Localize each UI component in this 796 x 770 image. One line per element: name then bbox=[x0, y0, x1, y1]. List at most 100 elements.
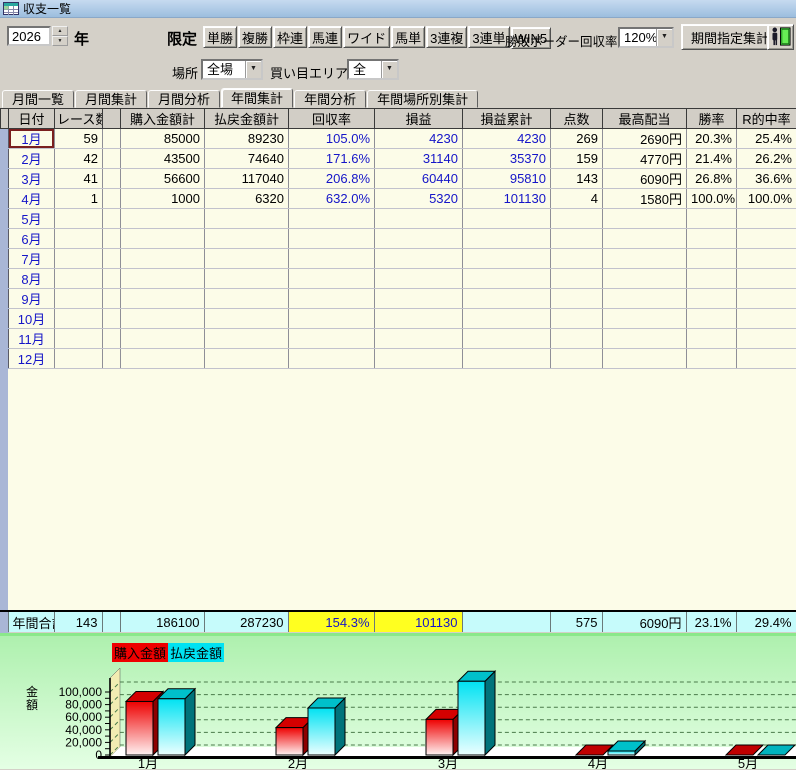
cell-recovery[interactable] bbox=[289, 329, 375, 349]
cell-r_hit_rate[interactable] bbox=[737, 349, 796, 369]
cell-points[interactable] bbox=[551, 269, 603, 289]
cell-win_rate[interactable] bbox=[687, 229, 737, 249]
bet-type-button-7[interactable]: 3連複 bbox=[426, 26, 467, 48]
tab-年間集計[interactable]: 年間集計 bbox=[221, 88, 293, 108]
buy-area-select[interactable]: 全 ▼ bbox=[347, 59, 399, 80]
cell-win_rate[interactable]: 26.8% bbox=[687, 169, 737, 189]
cell-max_payout[interactable] bbox=[603, 229, 687, 249]
grid-row-1月[interactable]: 1月598500089230105.0%423042302692690円20.3… bbox=[1, 129, 796, 149]
cell-max_payout[interactable] bbox=[603, 249, 687, 269]
cell-max_payout[interactable] bbox=[603, 309, 687, 329]
cell-recovery[interactable] bbox=[289, 289, 375, 309]
cell-profit_cum[interactable]: 95810 bbox=[463, 169, 551, 189]
cell-date[interactable]: 11月 bbox=[9, 329, 55, 349]
cell-max_payout[interactable] bbox=[603, 209, 687, 229]
cell-payout[interactable] bbox=[205, 269, 289, 289]
cell-profit_cum[interactable] bbox=[463, 229, 551, 249]
cell-max_payout[interactable] bbox=[603, 349, 687, 369]
cell-purchase[interactable] bbox=[121, 209, 205, 229]
cell-races[interactable]: 1 bbox=[55, 189, 103, 209]
cell-purchase[interactable]: 85000 bbox=[121, 129, 205, 149]
grid-row-9月[interactable]: 9月 bbox=[1, 289, 796, 309]
cell-profit_cum[interactable] bbox=[463, 329, 551, 349]
cell-date[interactable]: 3月 bbox=[9, 169, 55, 189]
cell-recovery[interactable] bbox=[289, 349, 375, 369]
cell-purchase[interactable] bbox=[121, 289, 205, 309]
grid-row-5月[interactable]: 5月 bbox=[1, 209, 796, 229]
grid-row-4月[interactable]: 4月110006320632.0%532010113041580円100.0%1… bbox=[1, 189, 796, 209]
cell-profit_cum[interactable]: 35370 bbox=[463, 149, 551, 169]
cell-races[interactable] bbox=[55, 329, 103, 349]
cell-blank[interactable] bbox=[103, 149, 121, 169]
cell-r_hit_rate[interactable] bbox=[737, 309, 796, 329]
cell-profit_cum[interactable] bbox=[463, 309, 551, 329]
cell-date[interactable]: 9月 bbox=[9, 289, 55, 309]
cell-blank[interactable] bbox=[103, 289, 121, 309]
cell-points[interactable] bbox=[551, 209, 603, 229]
cell-date[interactable]: 7月 bbox=[9, 249, 55, 269]
cell-races[interactable] bbox=[55, 229, 103, 249]
tab-年間分析[interactable]: 年間分析 bbox=[294, 90, 366, 108]
cell-profit_cum[interactable] bbox=[463, 349, 551, 369]
cell-profit_cum[interactable]: 4230 bbox=[463, 129, 551, 149]
cell-win_rate[interactable] bbox=[687, 209, 737, 229]
cell-purchase[interactable] bbox=[121, 269, 205, 289]
cell-profit[interactable]: 60440 bbox=[375, 169, 463, 189]
cell-payout[interactable]: 117040 bbox=[205, 169, 289, 189]
cell-blank[interactable] bbox=[103, 229, 121, 249]
cell-recovery[interactable]: 206.8% bbox=[289, 169, 375, 189]
chevron-down-icon[interactable]: ▼ bbox=[656, 29, 672, 46]
place-select[interactable]: 全場 ▼ bbox=[201, 59, 263, 80]
cell-win_rate[interactable]: 21.4% bbox=[687, 149, 737, 169]
year-spin-up-icon[interactable]: ▲ bbox=[52, 26, 68, 36]
cell-profit[interactable]: 4230 bbox=[375, 129, 463, 149]
cell-max_payout[interactable]: 2690円 bbox=[603, 129, 687, 149]
cell-payout[interactable] bbox=[205, 329, 289, 349]
cell-profit[interactable] bbox=[375, 329, 463, 349]
cell-payout[interactable]: 74640 bbox=[205, 149, 289, 169]
cell-recovery[interactable] bbox=[289, 229, 375, 249]
bet-type-button-6[interactable]: 馬単 bbox=[391, 26, 425, 48]
cell-r_hit_rate[interactable]: 26.2% bbox=[737, 149, 796, 169]
cell-payout[interactable] bbox=[205, 349, 289, 369]
cell-recovery[interactable]: 105.0% bbox=[289, 129, 375, 149]
cell-blank[interactable] bbox=[103, 209, 121, 229]
cell-win_rate[interactable] bbox=[687, 329, 737, 349]
bet-type-button-2[interactable]: 複勝 bbox=[238, 26, 272, 48]
cell-purchase[interactable]: 56600 bbox=[121, 169, 205, 189]
grid-row-10月[interactable]: 10月 bbox=[1, 309, 796, 329]
cell-r_hit_rate[interactable] bbox=[737, 289, 796, 309]
cell-races[interactable] bbox=[55, 269, 103, 289]
grid-row-2月[interactable]: 2月424350074640171.6%31140353701594770円21… bbox=[1, 149, 796, 169]
cell-profit_cum[interactable] bbox=[463, 249, 551, 269]
cell-points[interactable]: 143 bbox=[551, 169, 603, 189]
cell-max_payout[interactable]: 4770円 bbox=[603, 149, 687, 169]
bet-type-button-3[interactable]: 枠連 bbox=[273, 26, 307, 48]
grid-row-11月[interactable]: 11月 bbox=[1, 329, 796, 349]
bet-type-button-4[interactable]: 馬連 bbox=[308, 26, 342, 48]
cell-r_hit_rate[interactable]: 100.0% bbox=[737, 189, 796, 209]
grid-row-7月[interactable]: 7月 bbox=[1, 249, 796, 269]
cell-r_hit_rate[interactable] bbox=[737, 209, 796, 229]
cell-payout[interactable]: 89230 bbox=[205, 129, 289, 149]
cell-date[interactable]: 1月 bbox=[9, 129, 55, 149]
period-aggregate-button[interactable]: 期間指定集計 bbox=[681, 24, 779, 50]
cell-blank[interactable] bbox=[103, 269, 121, 289]
cell-payout[interactable]: 6320 bbox=[205, 189, 289, 209]
cell-races[interactable]: 41 bbox=[55, 169, 103, 189]
bet-type-button-5[interactable]: ワイド bbox=[343, 26, 390, 48]
cell-recovery[interactable] bbox=[289, 209, 375, 229]
cell-points[interactable]: 159 bbox=[551, 149, 603, 169]
cell-max_payout[interactable]: 1580円 bbox=[603, 189, 687, 209]
cell-recovery[interactable] bbox=[289, 269, 375, 289]
cell-points[interactable]: 4 bbox=[551, 189, 603, 209]
cell-points[interactable] bbox=[551, 249, 603, 269]
chevron-down-icon[interactable]: ▼ bbox=[245, 61, 261, 78]
bet-type-button-8[interactable]: 3連単 bbox=[468, 26, 509, 48]
tab-月間集計[interactable]: 月間集計 bbox=[75, 90, 147, 108]
cell-blank[interactable] bbox=[103, 189, 121, 209]
cell-win_rate[interactable] bbox=[687, 269, 737, 289]
cell-recovery[interactable] bbox=[289, 249, 375, 269]
grid-row-6月[interactable]: 6月 bbox=[1, 229, 796, 249]
cell-purchase[interactable] bbox=[121, 229, 205, 249]
